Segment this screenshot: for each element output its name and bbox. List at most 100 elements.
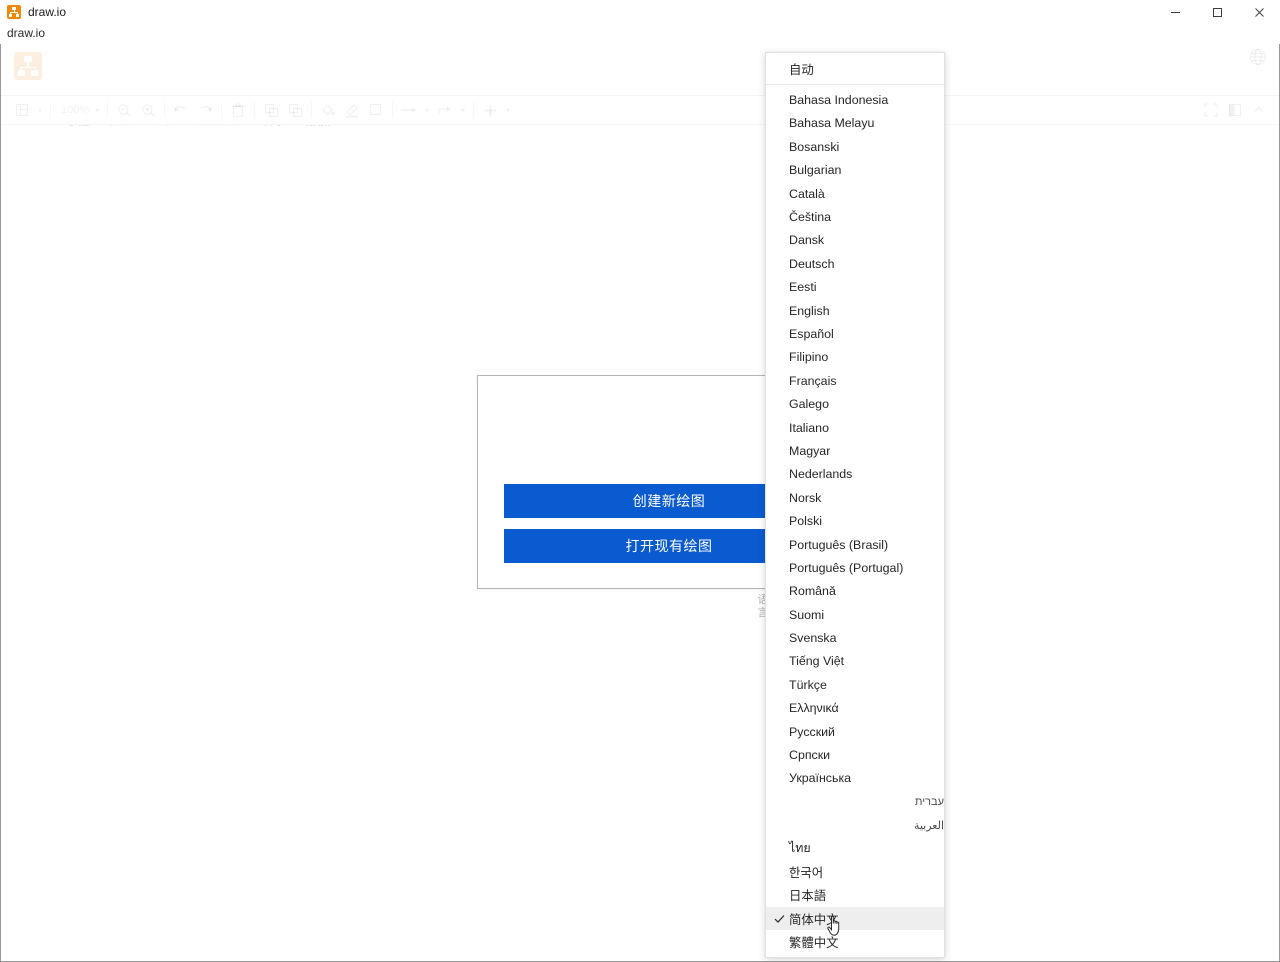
language-option[interactable]: Dansk (766, 229, 944, 252)
toolbar-group-history (169, 96, 217, 125)
waypoints-caret-icon[interactable]: ▾ (457, 99, 469, 121)
language-option-label: Suomi (789, 608, 824, 622)
language-option[interactable]: Română (766, 580, 944, 603)
language-option-label: Nederlands (789, 467, 852, 481)
language-option[interactable]: Bahasa Melayu (766, 112, 944, 135)
language-option[interactable]: Bosanski (766, 135, 944, 158)
language-option[interactable]: Bulgarian (766, 159, 944, 182)
toolbar-group-delete (226, 96, 250, 125)
language-option[interactable]: עברית (766, 790, 944, 813)
diagram-canvas[interactable]: 创建新绘图 打开现有绘图 语言 (1, 126, 1279, 961)
line-color-icon[interactable] (340, 99, 364, 121)
language-option-label: עברית (915, 796, 944, 808)
language-option[interactable]: Čeština (766, 205, 944, 228)
toolbar-group-style (316, 96, 388, 125)
zoom-dropdown-caret-icon[interactable]: ▾ (91, 99, 103, 121)
connection-icon[interactable] (397, 99, 421, 121)
language-option[interactable]: Español (766, 322, 944, 345)
language-option[interactable]: ไทย (766, 837, 944, 860)
language-globe-icon[interactable] (1247, 46, 1269, 68)
to-front-icon[interactable] (259, 99, 283, 121)
drawio-watermark-logo-icon (14, 52, 42, 80)
language-option[interactable]: Italiano (766, 416, 944, 439)
delete-icon[interactable] (226, 99, 250, 121)
language-option-label: Norsk (789, 491, 821, 505)
language-options-list: Bahasa IndonesiaBahasa Melayu Bosanski Bul… (766, 88, 944, 953)
collapse-icon[interactable] (1247, 99, 1271, 121)
zoom-out-icon[interactable] (112, 99, 136, 121)
language-option-label: Français (789, 374, 837, 388)
language-option[interactable]: Magyar (766, 439, 944, 462)
language-option[interactable]: Deutsch (766, 252, 944, 275)
minimize-button[interactable] (1154, 0, 1196, 24)
insert-caret-icon[interactable]: ▾ (502, 99, 514, 121)
to-back-icon[interactable] (283, 99, 307, 121)
undo-icon[interactable] (169, 99, 193, 121)
language-option-label: Ελληνικά (789, 701, 839, 715)
language-option[interactable]: Ελληνικά (766, 697, 944, 720)
page-title: draw.io (7, 26, 45, 40)
toolbar-group-arrange (259, 96, 307, 125)
language-option[interactable]: Français (766, 369, 944, 392)
language-option-label: Türkçe (789, 678, 827, 692)
application-content-frame: 文件 编辑 查看 添加图形 其它 帮助 ▾ 100% ▾ (0, 44, 1280, 962)
language-dropdown-menu: 自动 Bahasa IndonesiaBahasa Melayu Bosanski… (765, 52, 945, 958)
maximize-button[interactable] (1196, 0, 1238, 24)
format-panel-icon[interactable] (1223, 99, 1247, 121)
language-option[interactable]: Galego (766, 392, 944, 415)
language-option[interactable]: Filipino (766, 346, 944, 369)
toolbar-group-insert: ▾ (478, 96, 514, 125)
language-option[interactable]: Bahasa Indonesia (766, 88, 944, 111)
language-option[interactable]: Русский (766, 720, 944, 743)
zoom-in-icon[interactable] (136, 99, 160, 121)
waypoints-icon[interactable] (433, 99, 457, 121)
language-option[interactable]: English (766, 299, 944, 322)
view-layers-icon[interactable] (10, 99, 34, 121)
language-option[interactable]: Polski (766, 509, 944, 532)
insert-icon[interactable] (478, 99, 502, 121)
language-option[interactable]: العربية (766, 814, 944, 837)
language-option[interactable]: Српски (766, 743, 944, 766)
language-option-selected[interactable]: 简体中文 (766, 907, 944, 930)
close-button[interactable] (1238, 0, 1280, 24)
connection-caret-icon[interactable]: ▾ (421, 99, 433, 121)
language-option[interactable]: Suomi (766, 603, 944, 626)
language-option-label: Српски (789, 748, 830, 762)
language-option[interactable]: Svenska (766, 626, 944, 649)
language-option-label: 简体中文 (789, 910, 839, 928)
language-option[interactable]: Català (766, 182, 944, 205)
toolbar-group-zoom (112, 96, 160, 125)
menu-separator (766, 84, 944, 85)
language-option[interactable]: Norsk (766, 486, 944, 509)
language-option-auto[interactable]: 自动 (766, 57, 944, 80)
language-option[interactable]: 日本語 (766, 884, 944, 907)
language-option[interactable]: Українська (766, 767, 944, 790)
language-option[interactable]: Tiếng Việt (766, 650, 944, 673)
language-option[interactable]: Türkçe (766, 673, 944, 696)
language-option[interactable]: Eesti (766, 276, 944, 299)
toolbar: ▾ 100% ▾ (1, 96, 1279, 125)
titlebar-left: draw.io (0, 5, 1154, 19)
language-option-label: Русский (789, 725, 835, 739)
check-icon (774, 913, 785, 924)
language-option[interactable]: 한국어 (766, 860, 944, 883)
drawio-logo-icon (7, 5, 21, 19)
redo-icon[interactable] (193, 99, 217, 121)
fill-color-icon[interactable] (316, 99, 340, 121)
language-option-label: Bosanski (789, 140, 839, 154)
language-option[interactable]: Português (Brasil) (766, 533, 944, 556)
language-option-label: ไทย (789, 839, 811, 858)
language-option[interactable]: Nederlands (766, 463, 944, 486)
zoom-level-label[interactable]: 100% (55, 104, 91, 116)
fullscreen-icon[interactable] (1199, 99, 1223, 121)
language-option[interactable]: Português (Portugal) (766, 556, 944, 579)
language-option[interactable]: 繁體中文 (766, 930, 944, 953)
language-option-label: Català (789, 187, 825, 201)
window-title: draw.io (28, 5, 66, 19)
language-option-label: Українська (789, 771, 851, 785)
window-controls (1154, 0, 1280, 24)
language-option-label: Italiano (789, 421, 829, 435)
view-dropdown-caret-icon[interactable]: ▾ (34, 99, 46, 121)
shadow-icon[interactable] (364, 99, 388, 121)
language-option-label: Português (Brasil) (789, 538, 888, 552)
